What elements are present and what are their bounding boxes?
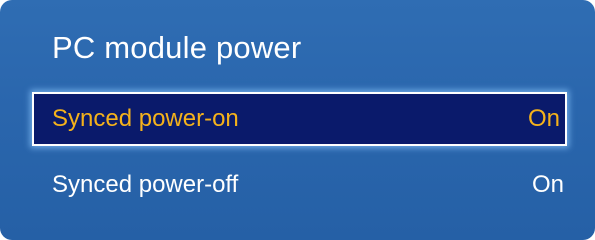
menu-item-value: On: [527, 105, 560, 132]
menu-item-label: Synced power-off: [52, 171, 239, 198]
menu-item-synced-power-on[interactable]: Synced power-on On: [32, 92, 567, 146]
menu-item-value: On: [531, 171, 564, 198]
menu-item-label: Synced power-on: [52, 105, 239, 132]
menu-item-synced-power-off[interactable]: Synced power-off On: [32, 158, 567, 212]
menu-title: PC module power: [52, 30, 302, 65]
menu-panel: PC module power Synced power-on On Synce…: [0, 0, 595, 240]
